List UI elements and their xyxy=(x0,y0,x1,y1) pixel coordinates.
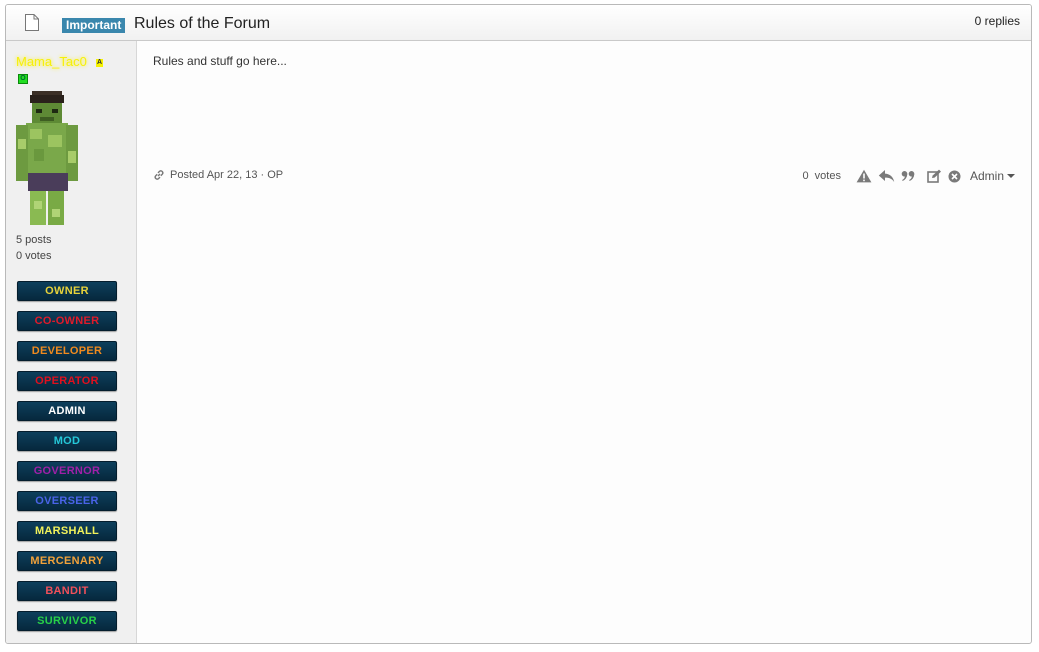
post-date[interactable]: Posted Apr 22, 13 · OP xyxy=(170,169,283,181)
rank-badge-mercenary: MERCENARY xyxy=(17,551,117,571)
report-icon[interactable] xyxy=(856,169,872,183)
author-sidebar: Mama_Tac0 A O 5 posts 0 votes OWNER CO-O… xyxy=(6,41,137,643)
delete-icon[interactable] xyxy=(948,170,961,183)
reply-icon[interactable] xyxy=(878,169,895,183)
important-badge: Important xyxy=(62,18,126,33)
post-actions: 0 votes Admin xyxy=(802,169,1015,183)
post-body: Rules and stuff go here... xyxy=(153,54,287,68)
rank-badge-mod: MOD xyxy=(17,431,117,451)
rank-badge-survivor: SURVIVOR xyxy=(17,611,117,631)
document-icon xyxy=(25,14,39,31)
post-votes: 0 votes xyxy=(802,170,841,182)
author-vote-count: 0 votes xyxy=(16,250,52,262)
admin-dropdown-label: Admin xyxy=(969,169,1004,183)
author-tag-a: A xyxy=(96,59,103,67)
topic-title: Rules of the Forum xyxy=(134,15,271,32)
admin-dropdown[interactable]: Admin xyxy=(970,169,1015,183)
author-username[interactable]: Mama_Tac0 xyxy=(16,54,87,69)
forum-topic-panel: Important Rules of the Forum 0 replies M… xyxy=(5,4,1032,644)
quote-icon[interactable] xyxy=(901,170,916,182)
avatar[interactable] xyxy=(16,91,80,226)
rank-badge-governor: GOVERNOR xyxy=(17,461,117,481)
edit-icon[interactable] xyxy=(927,169,942,183)
chevron-down-icon xyxy=(1007,174,1015,178)
rank-badge-overseer: OVERSEER xyxy=(17,491,117,511)
rank-badge-bandit: BANDIT xyxy=(17,581,117,601)
author-tag-o: O xyxy=(18,74,28,84)
rank-badge-admin: ADMIN xyxy=(17,401,117,421)
author-post-count: 5 posts xyxy=(16,234,52,246)
rank-badge-owner: OWNER xyxy=(17,281,117,301)
rank-badge-operator: OPERATOR xyxy=(17,371,117,391)
post-meta: Posted Apr 22, 13 · OP xyxy=(153,169,283,181)
topic-header: Important Rules of the Forum 0 replies xyxy=(6,5,1031,41)
rank-badge-marshall: MARSHALL xyxy=(17,521,117,541)
link-icon[interactable] xyxy=(153,169,165,181)
reply-count: 0 replies xyxy=(974,14,1020,28)
post-content: Rules and stuff go here... Posted Apr 22… xyxy=(137,41,1031,643)
rank-badge-co-owner: CO-OWNER xyxy=(17,311,117,331)
rank-badge-developer: DEVELOPER xyxy=(17,341,117,361)
